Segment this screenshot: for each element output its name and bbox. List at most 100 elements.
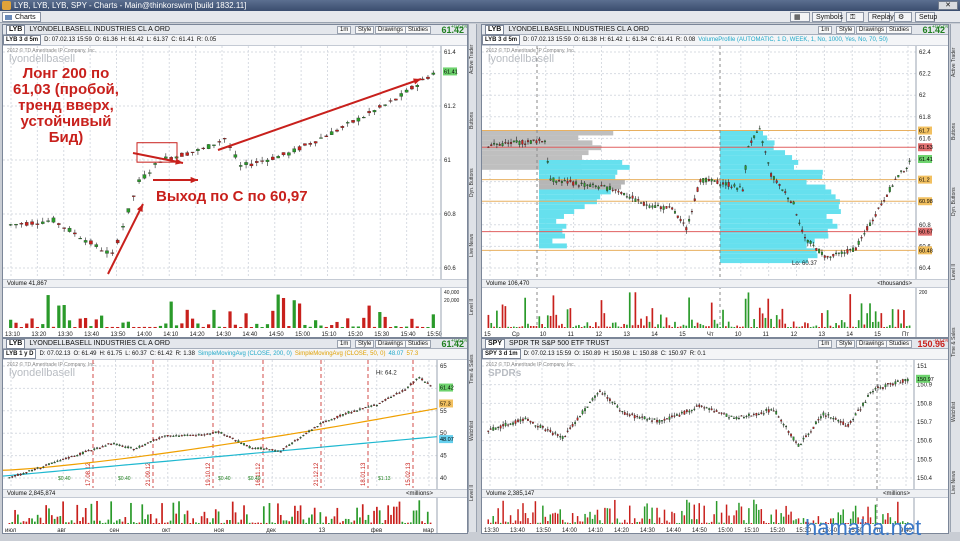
side-tab-right[interactable]: Level II: [951, 240, 960, 304]
symbol-box[interactable]: SPY: [485, 339, 506, 349]
header-button[interactable]: Studies: [405, 340, 432, 348]
candle-body: [720, 412, 723, 414]
candle-body: [628, 414, 631, 417]
side-tab-right[interactable]: Live News: [951, 450, 960, 514]
symbols-button[interactable]: Symbols: [812, 12, 843, 22]
candle-body: [591, 398, 594, 401]
side-tab-left[interactable]: Watchlist: [469, 402, 477, 460]
volume-bar: [770, 514, 772, 524]
header-button[interactable]: 1m: [337, 340, 352, 348]
candle-body: [421, 378, 424, 381]
chart-svg[interactable]: 62.462.26261.861.661.461.26160.860.660.4…: [482, 46, 948, 337]
volume-bar: [110, 326, 114, 328]
side-tab-left[interactable]: Buttons: [469, 92, 477, 150]
study-label[interactable]: SimpleMovingAvg (CLOSE, 50, 0): [295, 351, 386, 357]
candle-body: [860, 237, 863, 239]
side-tab-right[interactable]: Buttons: [951, 100, 960, 164]
symbol-box[interactable]: LYB: [6, 339, 26, 349]
side-tab-left[interactable]: Time & Sales: [469, 340, 477, 398]
candle-body: [546, 429, 549, 431]
candle-body: [818, 248, 821, 254]
study-label[interactable]: 48.07: [388, 351, 403, 357]
volume-profile-bin: [720, 160, 799, 165]
chart-svg[interactable]: 151 150.9 150.8 150.7 150.6 150.5 150.4 13:30 13…: [482, 360, 948, 533]
header-button[interactable]: Studies: [886, 340, 913, 348]
side-tab-right[interactable]: Time & Sales: [951, 310, 960, 374]
candle-body: [646, 419, 649, 421]
header-button[interactable]: Drawings: [375, 26, 407, 34]
header-button[interactable]: Style: [836, 26, 856, 34]
study-label[interactable]: SimpleMovingAvg (CLOSE, 200, 0): [198, 351, 292, 357]
volume-bar: [768, 523, 770, 524]
candle-body: [313, 427, 316, 429]
volume-bar: [344, 518, 347, 524]
side-tab-left[interactable]: Dyn. Buttons: [469, 154, 477, 212]
setup-button[interactable]: Setup: [915, 12, 937, 22]
volume-bar: [305, 522, 308, 524]
volume-bar: [662, 326, 665, 328]
volume-bar: [792, 520, 795, 524]
header-button[interactable]: Style: [355, 340, 375, 348]
header-button[interactable]: 1m: [818, 340, 833, 348]
candle-body: [203, 434, 206, 436]
study-label[interactable]: 57.3: [407, 351, 419, 357]
candle-body: [271, 156, 275, 160]
candle-body: [279, 451, 282, 453]
candle-body: [412, 381, 415, 383]
candle-body: [384, 399, 387, 401]
volume-bar: [666, 520, 668, 524]
volume-bar: [566, 522, 569, 524]
header-button[interactable]: Studies: [405, 26, 432, 34]
candle-body: [645, 204, 648, 206]
volume-bar: [522, 503, 524, 524]
header-button[interactable]: Drawings: [375, 340, 407, 348]
side-tab-left[interactable]: Level II: [469, 464, 477, 522]
price-tag-label: 61.41: [919, 157, 933, 163]
header-button[interactable]: Style: [836, 340, 856, 348]
side-tab-left[interactable]: Active Trader: [469, 30, 477, 88]
ohlc-value: C: 61.41: [650, 37, 673, 43]
replay-button[interactable]: Replay: [868, 12, 894, 22]
volume-bar: [623, 323, 625, 328]
volume-bar: [282, 520, 285, 524]
candle-body: [761, 141, 764, 144]
chart-svg[interactable]: 656055504540июлавгсеноктноядек13февмарly…: [3, 360, 467, 533]
ohlc-value: D: 07.02.13 15:59: [523, 37, 571, 43]
aggregation-box[interactable]: SPY 3 d 1m: [482, 349, 521, 359]
candle-body: [259, 447, 262, 450]
volume-bar: [596, 509, 599, 524]
candle-body: [93, 448, 96, 450]
side-tab-right[interactable]: Dyn. Buttons: [951, 170, 960, 234]
candle-body: [685, 227, 688, 231]
layout-grid-button[interactable]: ▦: [790, 12, 810, 22]
header-button[interactable]: 1m: [337, 26, 352, 34]
header-button[interactable]: Studies: [886, 26, 913, 34]
candle-body: [837, 419, 840, 422]
header-button[interactable]: Drawings: [856, 26, 888, 34]
header-button[interactable]: Style: [355, 26, 375, 34]
volume-bar: [262, 506, 265, 524]
study-label[interactable]: VolumeProfile (AUTOMATIC, 1 D, WEEK, 1, …: [698, 37, 888, 43]
aggregation-box[interactable]: LYB 3 d 5m: [482, 35, 521, 45]
side-tab-left[interactable]: Live News: [469, 216, 477, 274]
candle-body: [662, 206, 665, 210]
aggregation-box[interactable]: LYB 3 d 5m: [3, 35, 42, 45]
close-icon[interactable]: ✕: [938, 1, 958, 10]
tab-charts[interactable]: Charts: [2, 12, 41, 22]
header-button[interactable]: 1m: [818, 26, 833, 34]
candle-body: [676, 215, 679, 218]
settings-icon[interactable]: ⚙: [894, 12, 912, 22]
lock-button[interactable]: ⚿: [846, 12, 864, 22]
symbol-box[interactable]: LYB: [485, 25, 505, 35]
side-tab-right[interactable]: Watchlist: [951, 380, 960, 444]
volume-bar: [426, 511, 429, 524]
side-tab-right[interactable]: Active Trader: [951, 30, 960, 94]
side-tab-left[interactable]: Level II: [469, 278, 477, 336]
aggregation-box[interactable]: LYB 1 y D: [3, 349, 37, 359]
candle-body: [282, 448, 285, 450]
side-tabs-left: Active Trader Buttons Dyn. Buttons Live New…: [468, 24, 477, 532]
header-button[interactable]: Drawings: [856, 340, 888, 348]
volume-bar: [589, 325, 592, 328]
dividend-label: $0.40: [118, 476, 131, 482]
symbol-box[interactable]: LYB: [6, 25, 26, 35]
